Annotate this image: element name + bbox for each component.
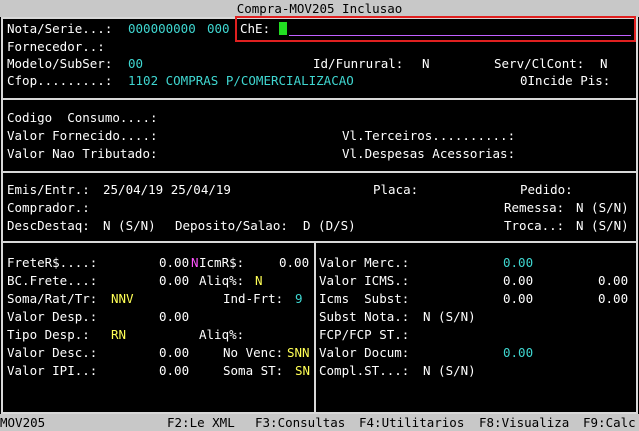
valor-merc-label: Valor Merc.: [319,255,410,270]
icms-subst-value-2[interactable]: 0.00 [598,290,628,307]
comprador-label: Comprador.: [7,200,90,215]
compl-st-label: Compl.ST...: [319,363,410,378]
codigo-consumo-label: Codigo Consumo....: [7,110,158,125]
emis-entr-label: Emis/Entr.: [7,182,90,197]
che-input[interactable] [289,22,631,36]
compl-st-value[interactable]: N (S/N) [423,362,476,379]
valor-desc-value[interactable]: 0.00 [159,344,189,361]
valor-merc-value[interactable]: 0.00 [503,254,533,271]
subst-nota-label: Subst Nota.: [319,309,410,324]
soma-rat-tr-label: Soma/Rat/Tr: [7,291,98,306]
valor-desp-label: Valor Desp.: [7,309,98,324]
deposito-salao-value[interactable]: D (D/S) [303,217,356,234]
nota-value[interactable]: 000000000 [128,20,196,37]
f8-visualiza-key[interactable]: F8:Visualiza [479,414,569,431]
modelo-value[interactable]: 00 [128,55,143,72]
bc-frete-value[interactable]: 0.00 [159,272,189,289]
vl-despesas-label: Vl.Despesas Acessorias: [342,146,516,161]
emis-entr-value[interactable]: 25/04/19 25/04/19 [103,181,231,198]
funrural-value[interactable]: N [422,55,430,72]
remessa-value[interactable]: N (S/N) [576,199,629,216]
f3-consultas-key[interactable]: F3:Consultas [255,414,345,431]
icms-subst-label: Icms Subst: [319,291,410,306]
descdestaq-label: DescDestaq: [7,218,90,233]
f2-le-xml-key[interactable]: F2:Le XML [167,414,235,431]
valor-nao-tributado-label: Valor Nao Tributado: [7,146,158,161]
f9-calc-key[interactable]: F9:Calc [583,414,636,431]
divider-3 [1,241,638,243]
nota-label: Nota/Serie...: [7,21,113,36]
serv-clcont-label: Serv/ClCont: [494,56,585,71]
valor-icms-value[interactable]: 0.00 [503,272,533,289]
frete-label: FreteR$....: [7,255,98,270]
serv-clcont-value[interactable]: N [600,55,608,72]
soma-st-value[interactable]: SN [295,362,310,379]
no-venc-label: No Venc: [223,345,284,360]
tipo-desp-value[interactable]: RN [111,326,126,343]
valor-desc-label: Valor Desc.: [7,345,98,360]
aliq-label: Aliq%: [199,273,245,288]
frame-right [636,17,638,414]
incide-pis-label: 0Incide Pis: [520,73,611,88]
frete-flag[interactable]: N [191,254,199,271]
fcp-label: FCP/FCP ST.: [319,327,410,342]
troca-value[interactable]: N (S/N) [576,217,629,234]
che-label: ChE: [240,21,271,36]
f4-utilitarios-key[interactable]: F4:Utilitarios [359,414,464,431]
no-venc-value[interactable]: SNN [287,344,310,361]
ind-frt-label: Ind-Frt: [223,291,284,306]
aliq2-label: Aliq%: [199,327,245,342]
troca-label: Troca..: [504,218,565,233]
pedido-label: Pedido: [520,182,573,197]
soma-rat-tr-value[interactable]: NNV [111,290,134,307]
text-cursor [279,22,287,35]
frete-value[interactable]: 0.00 [159,254,189,271]
vl-terceiros-label: Vl.Terceiros..........: [342,128,516,143]
valor-ipi-value[interactable]: 0.00 [159,362,189,379]
fornecedor-label: Fornecedor..: [7,39,105,54]
ind-frt-value[interactable]: 9 [295,290,303,307]
remessa-label: Remessa: [504,200,565,215]
frame-left [1,17,3,414]
modelo-label: Modelo/SubSer: [7,56,113,71]
serie-value[interactable]: 000 [207,20,230,37]
descdestaq-value[interactable]: N (S/N) [103,217,156,234]
subst-nota-value[interactable]: N (S/N) [423,308,476,325]
cfop-value[interactable]: 1102 COMPRAS P/COMERCIALIZACAO [128,72,354,89]
funrural-label: Id/Funrural: [313,56,404,71]
aliq-value[interactable]: N [255,272,263,289]
icmr-value[interactable]: 0.00 [279,254,309,271]
soma-st-label: Soma ST: [223,363,284,378]
valor-desp-value[interactable]: 0.00 [159,308,189,325]
placa-label: Placa: [373,182,419,197]
cfop-label: Cfop.........: [7,73,113,88]
window-title: Compra-MOV205 Inclusao [0,0,639,17]
valor-fornecido-label: Valor Fornecido....: [7,128,158,143]
deposito-salao-label: Deposito/Salao: [175,218,288,233]
divider-2 [1,171,638,173]
icmr-label: IcmR$: [199,255,245,270]
valor-docum-value[interactable]: 0.00 [503,344,533,361]
divider-vertical [314,241,316,414]
divider-1 [1,98,638,100]
bc-frete-label: BC.Frete...: [7,273,98,288]
icms-subst-value[interactable]: 0.00 [503,290,533,307]
valor-docum-label: Valor Docum: [319,345,410,360]
valor-icms-value-2[interactable]: 0.00 [598,272,628,289]
program-name: MOV205 [0,415,46,430]
tipo-desp-label: Tipo Desp.: [7,327,90,342]
valor-ipi-label: Valor IPI..: [7,363,98,378]
valor-icms-label: Valor ICMS.: [319,273,410,288]
status-bar: MOV205 F2:Le XML F3:Consultas F4:Utilita… [0,414,639,431]
